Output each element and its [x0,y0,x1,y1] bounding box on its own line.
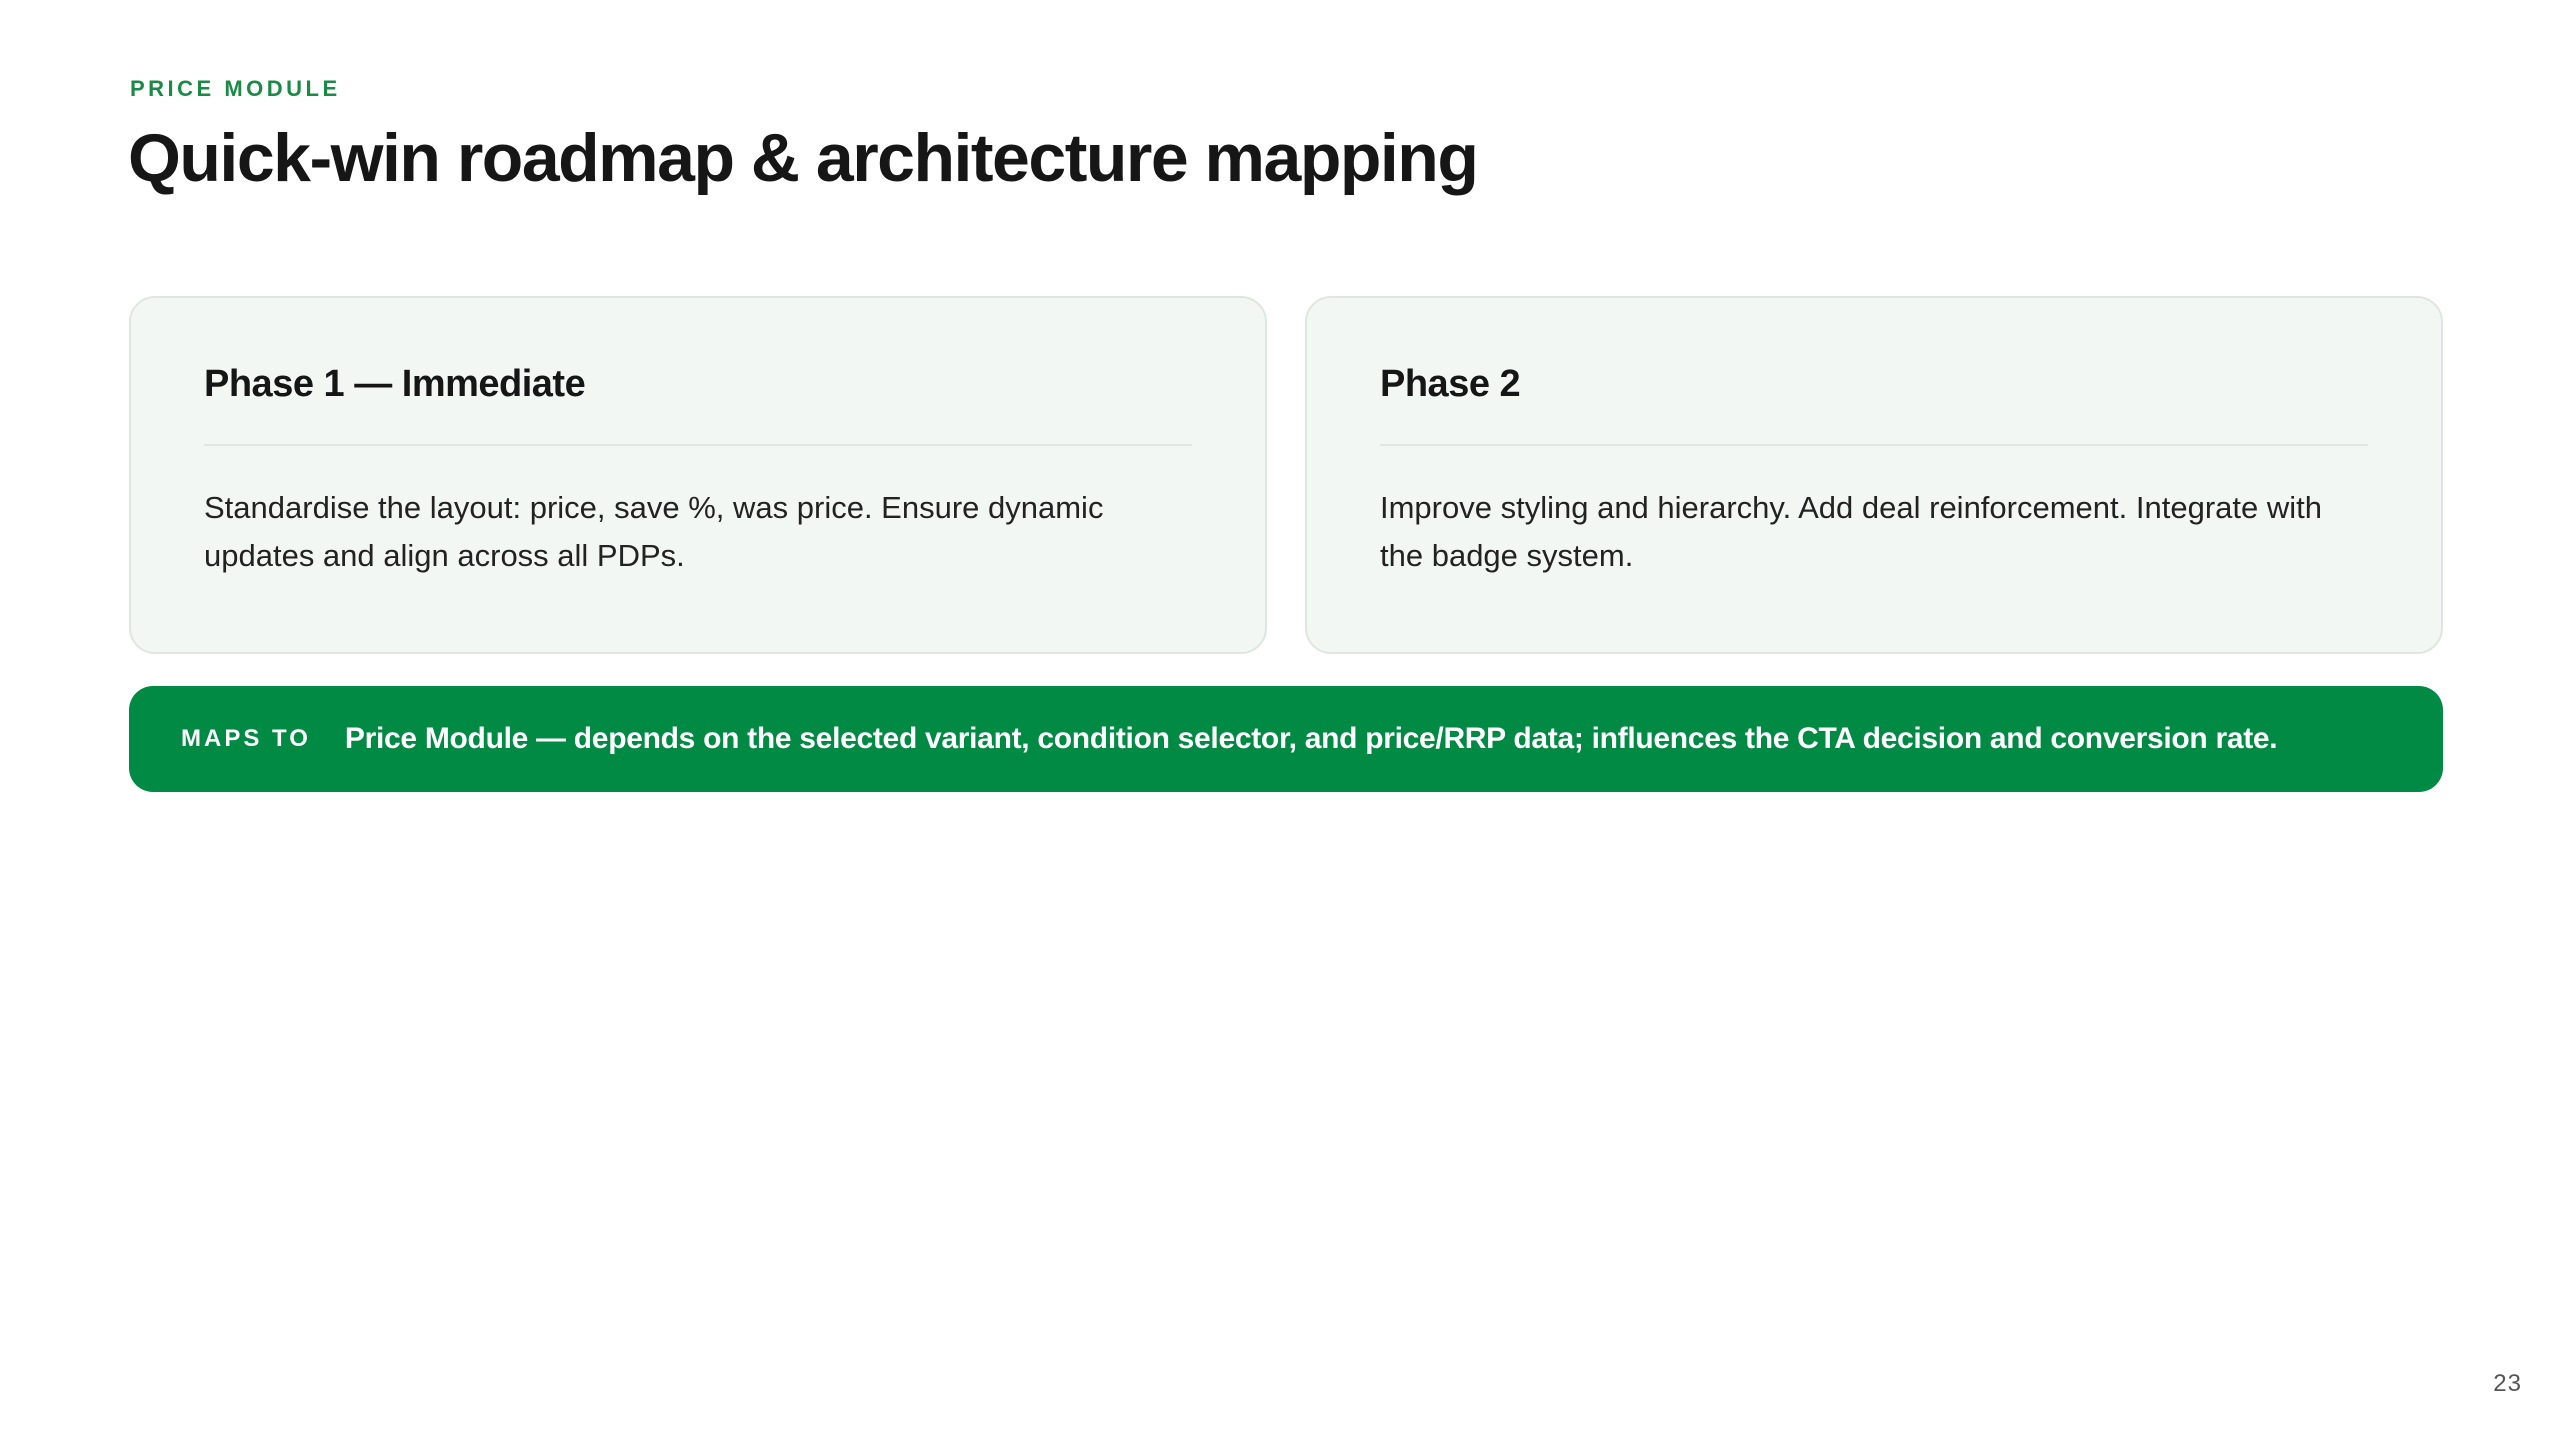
phase-card-title: Phase 1 — Immediate [204,363,586,405]
phase-card-2: Phase 2 Improve styling and hierarchy. A… [1305,296,2443,654]
maps-to-label: MAPS TO [181,725,311,752]
phase-card-title: Phase 2 [1380,363,1521,405]
card-divider [1380,443,2368,446]
phase-card-body: Standardise the layout: price, save %, w… [204,489,1104,573]
page-title: Quick-win roadmap & architecture mapping [128,120,1479,196]
eyebrow-label: PRICE MODULE [130,76,341,101]
phase-cards: Phase 1 — Immediate Standardise the layo… [129,296,2443,654]
page-number: 23 [2493,1370,2522,1397]
phase-card-body: Improve styling and hierarchy. Add deal … [1380,489,2322,573]
card-divider [204,443,1192,446]
maps-to-banner: MAPS TO Price Module — depends on the se… [129,686,2443,792]
maps-to-text: Price Module — depends on the selected v… [344,722,2278,755]
phase-card-1: Phase 1 — Immediate Standardise the layo… [129,296,1267,654]
